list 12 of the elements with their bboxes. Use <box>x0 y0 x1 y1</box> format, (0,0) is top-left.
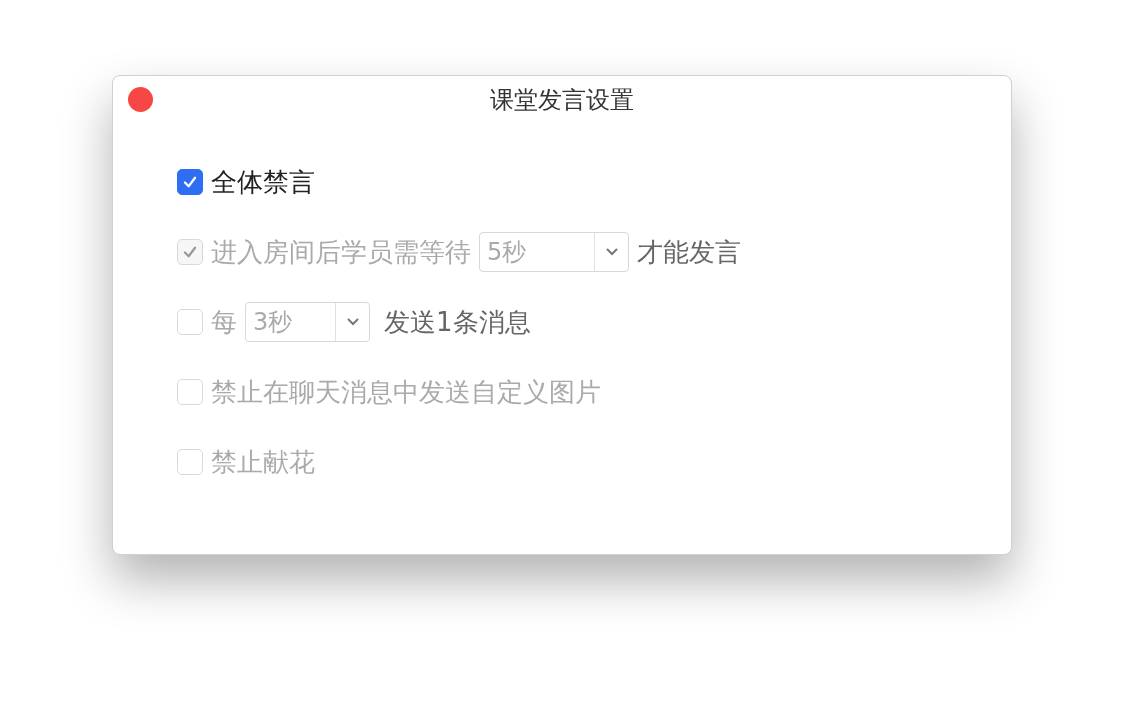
option-label: 全体禁言 <box>211 165 315 199</box>
option-label: 每 <box>211 305 237 339</box>
close-button[interactable] <box>128 87 153 112</box>
option-label: 发送1条消息 <box>384 305 531 339</box>
window-title: 课堂发言设置 <box>490 85 634 116</box>
option-label: 禁止在聊天消息中发送自定义图片 <box>211 375 601 409</box>
option-label: 才能发言 <box>637 235 741 269</box>
chevron-down-icon <box>346 318 359 326</box>
chevron-down-icon <box>605 248 618 256</box>
checkbox[interactable] <box>177 169 203 195</box>
option-label: 禁止献花 <box>211 445 315 479</box>
option-label: 进入房间后学员需等待 <box>211 235 471 269</box>
